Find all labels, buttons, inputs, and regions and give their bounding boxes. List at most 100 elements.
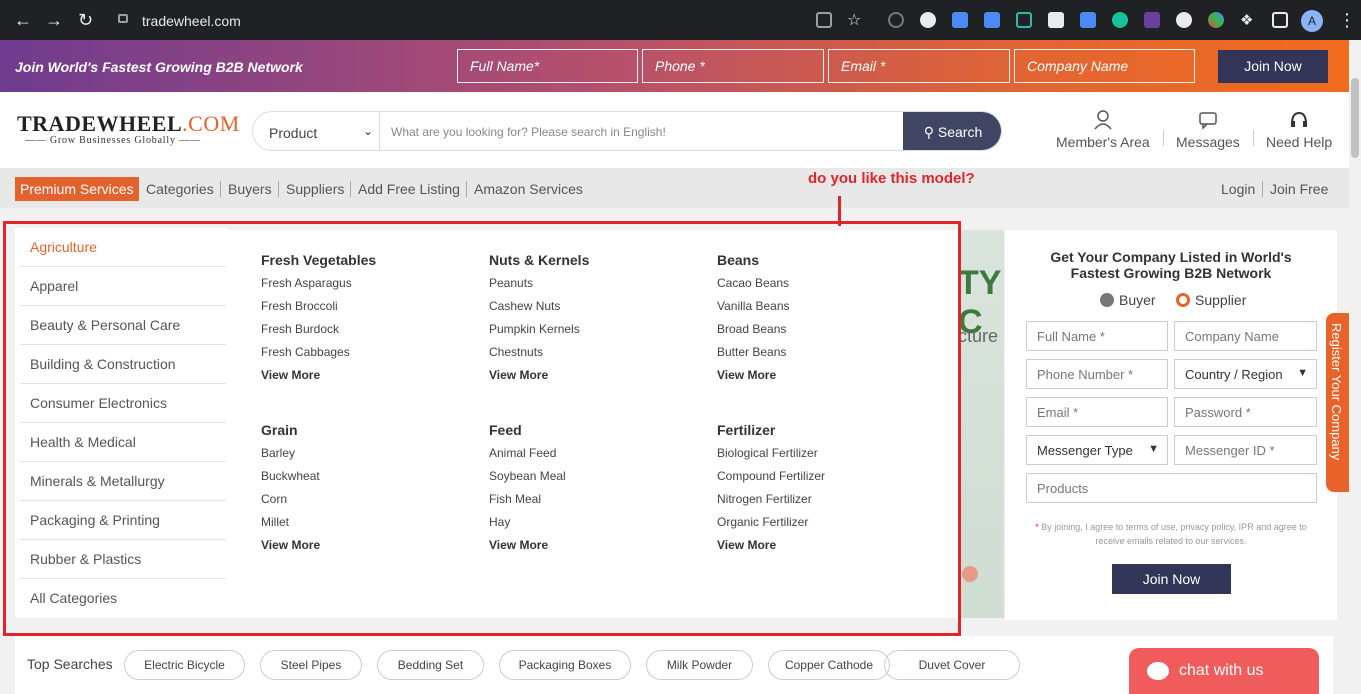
extension-grammarly-icon[interactable] xyxy=(1112,12,1128,28)
sidepanel-icon[interactable] xyxy=(1272,12,1288,28)
extension-color-icon[interactable] xyxy=(1208,12,1224,28)
category-item[interactable]: Packaging & Printing xyxy=(20,501,227,540)
puzzle-icon[interactable]: ❖ xyxy=(1240,12,1253,30)
banner-email-input[interactable]: Email * xyxy=(828,49,1010,83)
category-item[interactable]: Consumer Electronics xyxy=(20,384,227,423)
chat-button[interactable]: chat with us xyxy=(1129,648,1319,694)
address-bar[interactable]: tradewheel.com xyxy=(142,13,241,29)
banner-fullname-input[interactable]: Full Name* xyxy=(457,49,638,83)
hero-banner[interactable]: TY C cture xyxy=(958,230,1004,618)
subcategory-link[interactable]: Fish Meal xyxy=(489,492,566,515)
extension-eleven-icon[interactable] xyxy=(1144,12,1160,28)
all-categories-link[interactable]: All Categories xyxy=(20,579,227,618)
form-join-button[interactable]: Join Now xyxy=(1112,564,1231,594)
site-logo[interactable]: TRADEWHEEL.COM —— Grow Businesses Global… xyxy=(17,111,239,146)
subcategory-link[interactable]: Broad Beans xyxy=(717,322,790,345)
login-link[interactable]: Login xyxy=(1221,181,1255,197)
members-area-link[interactable]: Member's Area xyxy=(1056,110,1150,150)
view-more-link[interactable]: View More xyxy=(717,368,790,382)
page-scrollbar[interactable] xyxy=(1349,40,1361,694)
join-free-link[interactable]: Join Free xyxy=(1270,181,1328,197)
extension-translate-icon[interactable] xyxy=(984,12,1000,28)
country-select[interactable]: Country / Region ▼ xyxy=(1174,359,1317,389)
star-icon[interactable]: ☆ xyxy=(847,12,861,30)
view-more-link[interactable]: View More xyxy=(489,368,589,382)
subcategory-link[interactable]: Fresh Burdock xyxy=(261,322,376,345)
search-chip[interactable]: Copper Cathode xyxy=(768,650,890,680)
view-more-link[interactable]: View More xyxy=(261,368,376,382)
extension-new-icon[interactable] xyxy=(1080,12,1096,28)
scrollbar-thumb[interactable] xyxy=(1351,78,1359,158)
subcategory-link[interactable]: Fresh Asparagus xyxy=(261,276,376,299)
messages-link[interactable]: Messages xyxy=(1176,110,1240,150)
share-icon[interactable] xyxy=(816,12,832,28)
register-company-tab[interactable]: Register Your Company xyxy=(1326,313,1349,492)
form-email-input[interactable]: Email * xyxy=(1026,397,1168,427)
subcategory-title[interactable]: Beans xyxy=(717,252,790,268)
search-button[interactable]: ⚲ Search xyxy=(903,112,1001,150)
back-icon[interactable]: ← xyxy=(14,11,32,29)
nav-suppliers[interactable]: Suppliers xyxy=(286,181,344,197)
nav-amazon-services[interactable]: Amazon Services xyxy=(474,181,583,197)
nav-add-free-listing[interactable]: Add Free Listing xyxy=(358,181,460,197)
subcategory-link[interactable]: Barley xyxy=(261,446,320,469)
extension-docs-icon[interactable] xyxy=(952,12,968,28)
search-chip[interactable]: Packaging Boxes xyxy=(499,650,631,680)
profile-avatar[interactable]: A xyxy=(1301,10,1323,32)
nav-categories[interactable]: Categories xyxy=(146,181,214,197)
subcategory-title[interactable]: Grain xyxy=(261,422,320,438)
messenger-type-select[interactable]: Messenger Type ▼ xyxy=(1026,435,1168,465)
view-more-link[interactable]: View More xyxy=(717,538,825,552)
subcategory-title[interactable]: Fresh Vegetables xyxy=(261,252,376,268)
subcategory-link[interactable]: Biological Fertilizer xyxy=(717,446,825,469)
subcategory-link[interactable]: Cacao Beans xyxy=(717,276,790,299)
subcategory-title[interactable]: Fertilizer xyxy=(717,422,825,438)
extension-globe-icon[interactable] xyxy=(920,12,936,28)
search-chip[interactable]: Electric Bicycle xyxy=(124,650,245,680)
subcategory-title[interactable]: Nuts & Kernels xyxy=(489,252,589,268)
subcategory-link[interactable]: Organic Fertilizer xyxy=(717,515,825,538)
banner-join-button[interactable]: Join Now xyxy=(1218,50,1328,83)
banner-phone-input[interactable]: Phone * xyxy=(642,49,824,83)
extension-n-icon[interactable] xyxy=(1016,12,1032,28)
extension-camera-icon[interactable] xyxy=(1048,12,1064,28)
need-help-link[interactable]: Need Help xyxy=(1266,110,1332,150)
search-chip[interactable]: Steel Pipes xyxy=(260,650,362,680)
forward-icon[interactable]: → xyxy=(45,11,63,29)
form-phone-input[interactable]: Phone Number * xyxy=(1026,359,1168,389)
category-item[interactable]: Building & Construction xyxy=(20,345,227,384)
search-chip[interactable]: Duvet Cover xyxy=(884,650,1020,680)
subcategory-link[interactable]: Corn xyxy=(261,492,320,515)
subcategory-link[interactable]: Buckwheat xyxy=(261,469,320,492)
view-more-link[interactable]: View More xyxy=(489,538,566,552)
category-item[interactable]: Beauty & Personal Care xyxy=(20,306,227,345)
search-chip[interactable]: Milk Powder xyxy=(646,650,753,680)
form-company-input[interactable]: Company Name xyxy=(1174,321,1317,351)
search-chip[interactable]: Bedding Set xyxy=(377,650,484,680)
supplier-radio[interactable]: Supplier xyxy=(1176,292,1246,308)
search-category-select[interactable]: Product xyxy=(269,125,317,141)
view-more-link[interactable]: View More xyxy=(261,538,320,552)
subcategory-link[interactable]: Animal Feed xyxy=(489,446,566,469)
search-input[interactable]: What are you looking for? Please search … xyxy=(391,125,666,139)
extension-recycle-icon[interactable] xyxy=(888,12,904,28)
subcategory-link[interactable]: Butter Beans xyxy=(717,345,790,368)
category-item[interactable]: Agriculture xyxy=(20,228,227,267)
subcategory-link[interactable]: Fresh Cabbages xyxy=(261,345,376,368)
subcategory-link[interactable]: Pumpkin Kernels xyxy=(489,322,589,345)
subcategory-title[interactable]: Feed xyxy=(489,422,566,438)
reload-icon[interactable]: ↻ xyxy=(78,11,93,29)
form-messenger-id-input[interactable]: Messenger ID * xyxy=(1174,435,1317,465)
category-item[interactable]: Minerals & Metallurgy xyxy=(20,462,227,501)
buyer-radio[interactable]: Buyer xyxy=(1100,292,1156,308)
category-item[interactable]: Health & Medical xyxy=(20,423,227,462)
subcategory-link[interactable]: Compound Fertilizer xyxy=(717,469,825,492)
subcategory-link[interactable]: Soybean Meal xyxy=(489,469,566,492)
subcategory-link[interactable]: Chestnuts xyxy=(489,345,589,368)
extension-leaf-icon[interactable] xyxy=(1176,12,1192,28)
form-password-input[interactable]: Password * xyxy=(1174,397,1317,427)
menu-dots-icon[interactable]: ⋮ xyxy=(1338,11,1356,29)
subcategory-link[interactable]: Peanuts xyxy=(489,276,589,299)
subcategory-link[interactable]: Fresh Broccoli xyxy=(261,299,376,322)
form-fullname-input[interactable]: Full Name * xyxy=(1026,321,1168,351)
